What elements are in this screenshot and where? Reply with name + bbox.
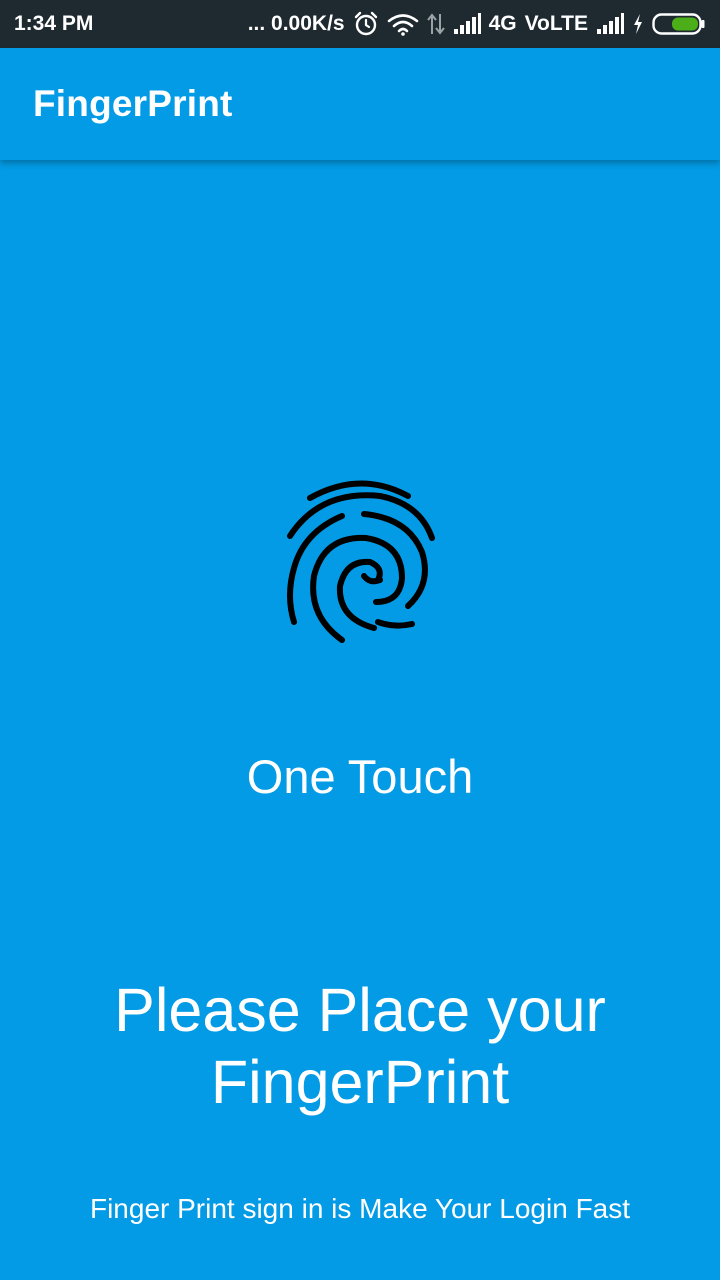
data-arrows-icon (426, 12, 445, 36)
signal-icon (453, 13, 481, 35)
status-time: 1:34 PM (14, 12, 94, 35)
battery-icon (652, 12, 706, 36)
screen: 1:34 PM ... 0.00K/s 4G VoLTE FingerPrint… (0, 0, 720, 1280)
instruction-text: Please Place your FingerPrint (114, 976, 606, 1116)
app-bar: FingerPrint (0, 48, 720, 160)
volte-label: VoLTE (524, 12, 588, 35)
network-speed: ... 0.00K/s (247, 12, 345, 35)
alarm-icon (353, 11, 379, 37)
fingerprint-icon[interactable] (280, 476, 440, 648)
one-touch-label: One Touch (246, 750, 474, 803)
wifi-icon (387, 12, 419, 36)
status-bar-right: ... 0.00K/s 4G VoLTE (248, 11, 706, 37)
signal-icon (596, 13, 624, 35)
network-type: 4G (488, 12, 517, 35)
app-title: FingerPrint (33, 83, 233, 124)
footer-text: Finger Print sign in is Make Your Login … (89, 1193, 631, 1224)
charging-icon (632, 13, 644, 35)
status-bar-left: 1:34 PM (14, 12, 93, 36)
status-bar: 1:34 PM ... 0.00K/s 4G VoLTE (0, 0, 720, 48)
